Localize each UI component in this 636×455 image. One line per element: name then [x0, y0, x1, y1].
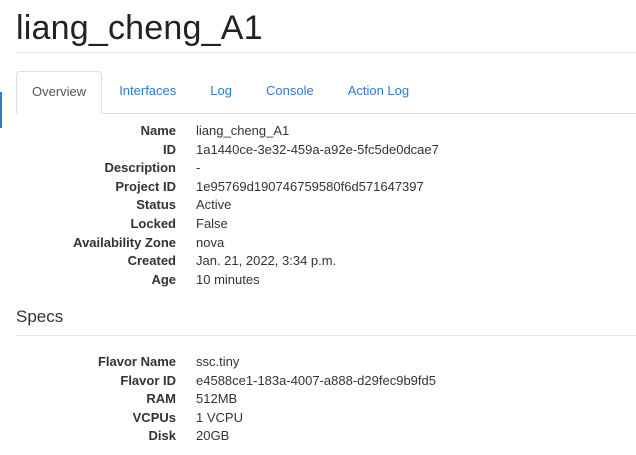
- detail-row-status: Status Active: [0, 196, 636, 215]
- tab-console[interactable]: Console: [249, 71, 331, 113]
- detail-row-project-id: Project ID 1e95769d190746759580f6d571647…: [0, 178, 636, 197]
- detail-row-name: Name liang_cheng_A1: [0, 122, 636, 141]
- detail-label: Created: [127, 253, 176, 269]
- detail-row-age: Age 10 minutes: [0, 271, 636, 290]
- spec-row-flavor-id: Flavor ID e4588ce1-183a-4007-a888-d29fec…: [0, 372, 636, 391]
- detail-label: Availability Zone: [73, 234, 176, 250]
- specs-divider: [16, 335, 636, 336]
- detail-label: Name: [140, 123, 176, 138]
- detail-value: 1e95769d190746759580f6d571647397: [196, 178, 424, 194]
- tab-bar: Overview Interfaces Log Console Action L…: [16, 71, 636, 114]
- detail-row-created: Created Jan. 21, 2022, 3:34 p.m.: [0, 252, 636, 271]
- spec-label: Flavor ID: [120, 372, 176, 388]
- detail-label: Age: [151, 271, 176, 287]
- spec-label: VCPUs: [132, 409, 176, 425]
- spec-value: e4588ce1-183a-4007-a888-d29fec9b9fd5: [196, 372, 436, 388]
- spec-row-disk: Disk 20GB: [0, 427, 636, 446]
- detail-row-id: ID 1a1440ce-3e32-459a-a92e-5fc5de0dcae7: [0, 141, 636, 160]
- detail-row-locked: Locked False: [0, 215, 636, 234]
- detail-value: False: [196, 215, 228, 231]
- specs-details: Flavor Name ssc.tiny Flavor ID e4588ce1-…: [0, 353, 636, 446]
- detail-value: 1a1440ce-3e32-459a-a92e-5fc5de0dcae7: [196, 141, 439, 157]
- detail-row-availability-zone: Availability Zone nova: [0, 234, 636, 253]
- detail-value: nova: [196, 234, 225, 250]
- spec-value: 20GB: [196, 428, 230, 444]
- spec-row-vcpus: VCPUs 1 VCPU: [0, 409, 636, 428]
- detail-value: -: [196, 160, 201, 176]
- detail-label: Status: [136, 197, 176, 213]
- detail-row-description: Description -: [0, 159, 636, 178]
- tab-interfaces[interactable]: Interfaces: [102, 71, 193, 113]
- tab-action-log[interactable]: Action Log: [331, 71, 426, 113]
- spec-label: RAM: [146, 391, 176, 407]
- spec-row-flavor-name: Flavor Name ssc.tiny: [0, 353, 636, 372]
- instance-detail-page: liang_cheng_A1 Overview Interfaces Log C…: [0, 0, 636, 455]
- spec-label: Disk: [148, 428, 176, 444]
- detail-value: Active: [196, 197, 232, 213]
- specs-section-title: Specs: [16, 307, 64, 326]
- tab-log[interactable]: Log: [193, 71, 249, 113]
- header-divider: [16, 52, 636, 53]
- page-title: liang_cheng_A1: [16, 9, 263, 47]
- tab-overview[interactable]: Overview: [16, 71, 103, 114]
- detail-label: Locked: [130, 215, 176, 231]
- spec-label: Flavor Name: [97, 354, 176, 369]
- spec-value: 512MB: [196, 391, 238, 407]
- overview-details: Name liang_cheng_A1 ID 1a1440ce-3e32-459…: [0, 122, 636, 289]
- detail-value: 10 minutes: [196, 271, 260, 287]
- detail-value: liang_cheng_A1: [196, 123, 290, 138]
- detail-label: Project ID: [115, 178, 176, 194]
- detail-value: Jan. 21, 2022, 3:34 p.m.: [196, 253, 337, 269]
- detail-label: Description: [104, 160, 176, 176]
- spec-value: ssc.tiny: [196, 354, 240, 369]
- spec-value: 1 VCPU: [196, 409, 243, 425]
- detail-label: ID: [163, 141, 176, 157]
- spec-row-ram: RAM 512MB: [0, 390, 636, 409]
